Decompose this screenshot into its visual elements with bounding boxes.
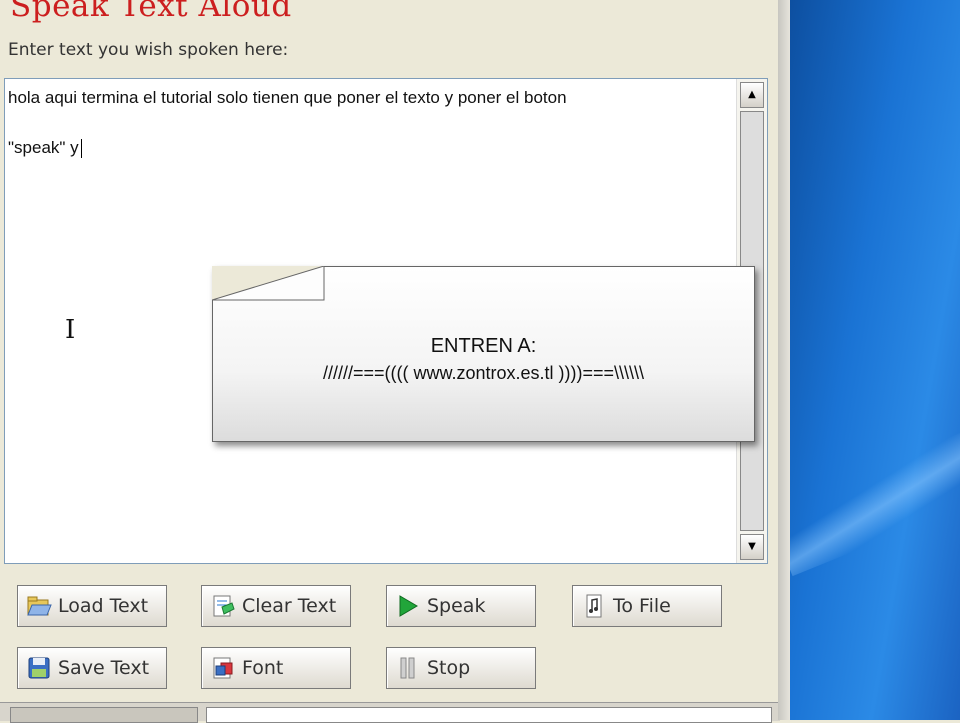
clear-text-label: Clear Text [242, 595, 337, 617]
folder-open-icon [26, 593, 52, 619]
text-line-1: hola aqui termina el tutorial solo tiene… [8, 88, 567, 107]
note-url: //////===(((( www.zontrox.es.tl ))))===\… [322, 363, 645, 383]
load-text-label: Load Text [58, 595, 149, 617]
font-label: Font [242, 657, 284, 679]
save-text-button[interactable]: Save Text [17, 647, 167, 689]
speak-button[interactable]: Speak [386, 585, 536, 627]
to-file-button[interactable]: To File [572, 585, 722, 627]
play-icon [395, 593, 421, 619]
music-note-file-icon [581, 593, 607, 619]
status-panel-right [206, 707, 772, 723]
load-text-button[interactable]: Load Text [17, 585, 167, 627]
text-content: hola aqui termina el tutorial solo tiene… [8, 85, 733, 161]
stop-label: Stop [427, 657, 471, 679]
font-button[interactable]: Font [201, 647, 351, 689]
stop-button[interactable]: Stop [386, 647, 536, 689]
overlay-note: ENTREN A: //////===(((( www.zontrox.es.t… [212, 266, 755, 442]
window-border [778, 0, 790, 720]
text-line-2-content: "speak" y [8, 138, 79, 157]
text-caret [80, 139, 82, 159]
floppy-disk-icon [26, 655, 52, 681]
ibeam-cursor-icon: I [65, 315, 76, 345]
status-bar [0, 702, 780, 723]
save-text-label: Save Text [58, 657, 150, 679]
desktop-light-streak [790, 413, 960, 577]
speak-text-aloud-window: Speak Text Aloud Enter text you wish spo… [0, 0, 780, 723]
note-heading: ENTREN A: [430, 335, 537, 357]
font-icon [210, 655, 236, 681]
text-prompt-label: Enter text you wish spoken here: [8, 40, 289, 60]
text-line-2: "speak" y [8, 135, 733, 161]
status-panel-left [10, 707, 198, 723]
clear-eraser-icon [210, 593, 236, 619]
scroll-down-arrow-icon[interactable]: ▼ [740, 534, 764, 560]
desktop-background [790, 0, 960, 720]
note-fold-corner [212, 266, 325, 301]
speak-label: Speak [427, 595, 486, 617]
app-title: Speak Text Aloud [10, 0, 292, 24]
scroll-up-arrow-icon[interactable]: ▲ [740, 82, 764, 108]
stop-icon [395, 655, 421, 681]
to-file-label: To File [613, 595, 671, 617]
clear-text-button[interactable]: Clear Text [201, 585, 351, 627]
